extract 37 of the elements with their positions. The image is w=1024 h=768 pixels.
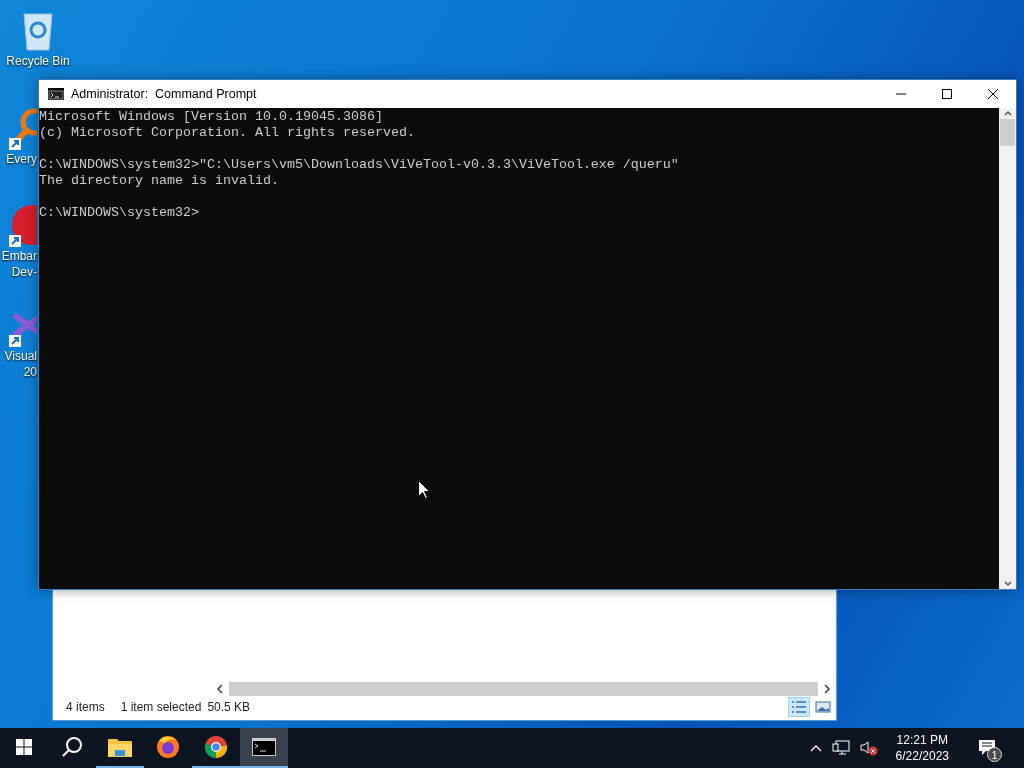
console-line: C:\WINDOWS\system32>: [39, 205, 199, 221]
scrollbar-thumb[interactable]: [1000, 119, 1015, 146]
icon-label: Visual: [4, 349, 37, 363]
folder-icon: [108, 737, 132, 757]
maximize-icon: [942, 89, 952, 99]
notification-button[interactable]: 1: [967, 728, 1007, 768]
status-text: 4 items: [66, 700, 105, 714]
status-text: 1 item selected: [120, 700, 202, 714]
network-icon[interactable]: [831, 740, 850, 756]
clock-time: 12:21 PM: [896, 732, 948, 748]
image-view-icon: [815, 700, 831, 714]
icon-label: Embar: [1, 249, 37, 263]
taskbar-button[interactable]: [240, 728, 288, 768]
details-view-icon: [791, 700, 807, 714]
status-text: 50.5 KB: [207, 700, 251, 714]
console-icon: [252, 738, 276, 756]
clock-date: 6/22/2023: [895, 748, 949, 764]
window-title: Administrator: Command Prompt: [71, 87, 257, 101]
console-line: Microsoft Windows [Version 10.0.19045.3086]: [39, 109, 383, 125]
console-line: The directory name is invalid.: [39, 173, 279, 189]
icon-label: 20: [23, 365, 37, 379]
console-icon: [48, 88, 64, 100]
scroll-down-icon[interactable]: [1002, 579, 1013, 589]
chevron-up-icon[interactable]: [809, 744, 822, 752]
close-icon: [988, 89, 998, 99]
muted-speaker-icon[interactable]: [859, 740, 878, 756]
view-button[interactable]: [788, 697, 810, 717]
windows-logo-icon: [16, 739, 32, 755]
scroll-up-icon[interactable]: [1002, 108, 1013, 118]
scrollbar-thumb[interactable]: [229, 682, 818, 696]
icon-label: Dev-: [11, 265, 37, 279]
console-line: C:\WINDOWS\system32>"C:\Users\vm5\Downloads\ViVeTool-v0.3.3\ViVeTool.exe /queru": [39, 157, 679, 173]
mouse-cursor-icon: [418, 480, 430, 499]
search-icon: [61, 736, 83, 758]
console-line: (c) Microsoft Corporation. All rights reserved.: [39, 125, 415, 141]
icon-label: Recycle Bin: [6, 54, 70, 68]
icon-label: Every: [6, 152, 37, 166]
